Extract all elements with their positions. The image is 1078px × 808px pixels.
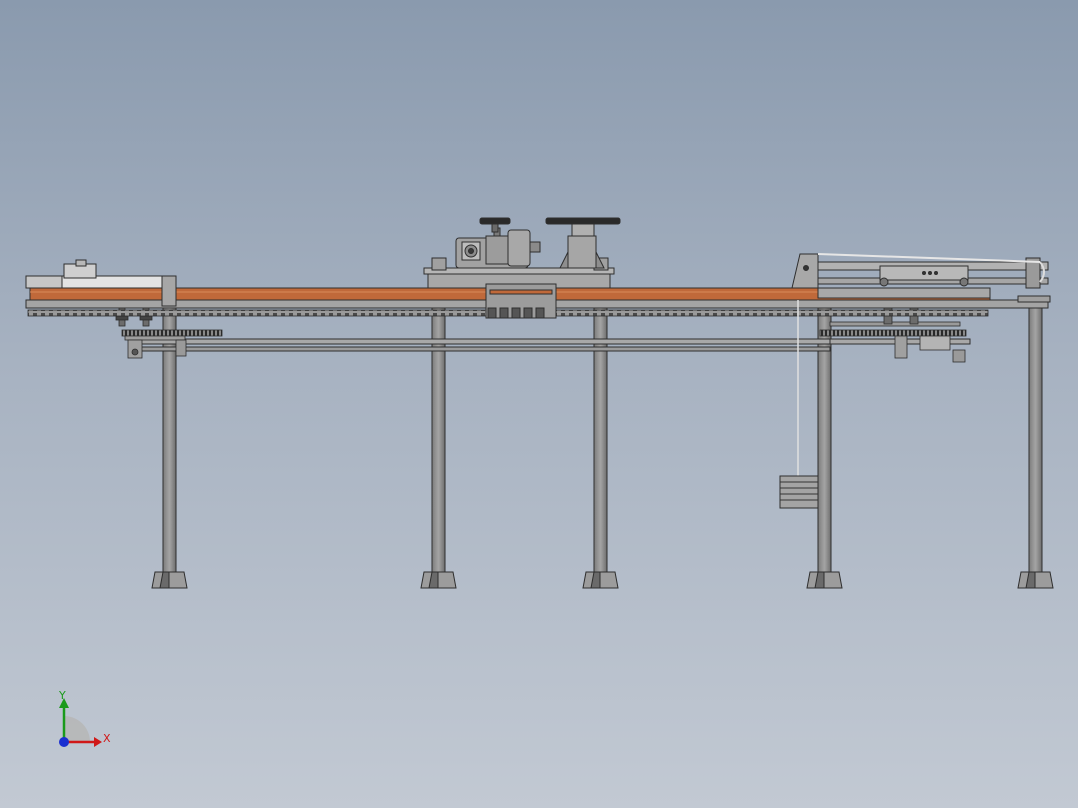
drive-rollers	[487, 307, 545, 319]
drive-sprocket-assembly	[545, 217, 621, 269]
right-tensioner-frame	[791, 253, 1051, 303]
gearbox-sprocket	[479, 217, 511, 233]
axis-x-label: X	[103, 732, 111, 745]
leg-5	[1017, 299, 1054, 589]
coordinate-triad	[59, 698, 102, 747]
conveyor-assembly-drawing[interactable]	[0, 0, 1078, 808]
model-viewport[interactable]: Y X	[0, 0, 1078, 808]
gearbox	[455, 217, 541, 269]
right-rack-assembly	[819, 299, 967, 363]
counterweight	[779, 300, 819, 509]
axis-y-label: Y	[59, 689, 66, 702]
lower-rails	[129, 338, 971, 352]
